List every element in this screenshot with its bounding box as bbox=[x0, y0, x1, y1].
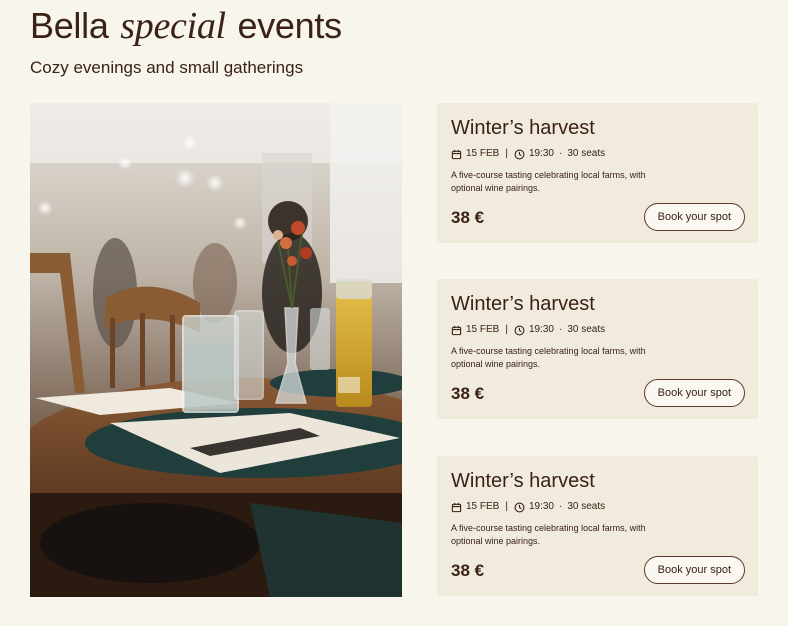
title-word-events: events bbox=[237, 5, 343, 46]
page-title: Bella special events bbox=[30, 4, 342, 48]
event-date: 15 FEB bbox=[466, 324, 500, 335]
calendar-icon bbox=[451, 502, 462, 513]
event-date: 15 FEB bbox=[466, 501, 500, 512]
calendar-icon bbox=[451, 325, 462, 336]
event-price: 38 € bbox=[451, 208, 485, 227]
event-seats: 30 seats bbox=[567, 501, 606, 512]
clock-icon bbox=[514, 149, 525, 160]
event-date: 15 FEB bbox=[466, 148, 500, 159]
meta-separator: | bbox=[505, 501, 508, 512]
event-card: Winter’s harvest 15 FEB | 19:30 · 30 sea… bbox=[437, 279, 758, 419]
book-your-spot-button[interactable]: Book your spot bbox=[643, 556, 745, 584]
event-time: 19:30 bbox=[528, 324, 554, 335]
book-your-spot-button[interactable]: Book your spot bbox=[643, 379, 745, 407]
event-seats: 30 seats bbox=[567, 324, 606, 335]
event-seats: 30 seats bbox=[567, 148, 606, 159]
page-subtitle: Cozy evenings and small gatherings bbox=[30, 58, 304, 77]
event-card: Winter’s harvest 15 FEB | 19:30 · 30 sea… bbox=[437, 456, 758, 596]
event-time: 19:30 bbox=[528, 148, 554, 159]
event-description: A five-course tasting celebrating local … bbox=[451, 346, 646, 369]
event-title: Winter’s harvest bbox=[451, 117, 595, 139]
event-price: 38 € bbox=[451, 384, 485, 403]
title-word-bella: Bella bbox=[30, 5, 109, 46]
meta-separator: | bbox=[505, 324, 508, 335]
event-title: Winter’s harvest bbox=[451, 470, 595, 492]
meta-separator: | bbox=[505, 148, 508, 159]
clock-icon bbox=[514, 325, 525, 336]
restaurant-photo bbox=[30, 103, 402, 597]
event-meta: 15 FEB | 19:30 · 30 seats bbox=[451, 500, 605, 514]
event-description: A five-course tasting celebrating local … bbox=[451, 523, 646, 546]
event-card: Winter’s harvest 15 FEB | 19:30 · 30 sea… bbox=[437, 103, 758, 243]
meta-dot: · bbox=[559, 324, 563, 335]
meta-dot: · bbox=[559, 148, 563, 159]
book-your-spot-button[interactable]: Book your spot bbox=[643, 203, 745, 231]
event-time: 19:30 bbox=[528, 501, 554, 512]
event-title: Winter’s harvest bbox=[451, 293, 595, 315]
meta-dot: · bbox=[559, 501, 563, 512]
event-meta: 15 FEB | 19:30 · 30 seats bbox=[451, 323, 605, 337]
clock-icon bbox=[514, 502, 525, 513]
event-meta: 15 FEB | 19:30 · 30 seats bbox=[451, 147, 605, 161]
event-price: 38 € bbox=[451, 561, 485, 580]
calendar-icon bbox=[451, 149, 462, 160]
title-accent-special: special bbox=[120, 5, 226, 47]
event-description: A five-course tasting celebrating local … bbox=[451, 170, 646, 193]
